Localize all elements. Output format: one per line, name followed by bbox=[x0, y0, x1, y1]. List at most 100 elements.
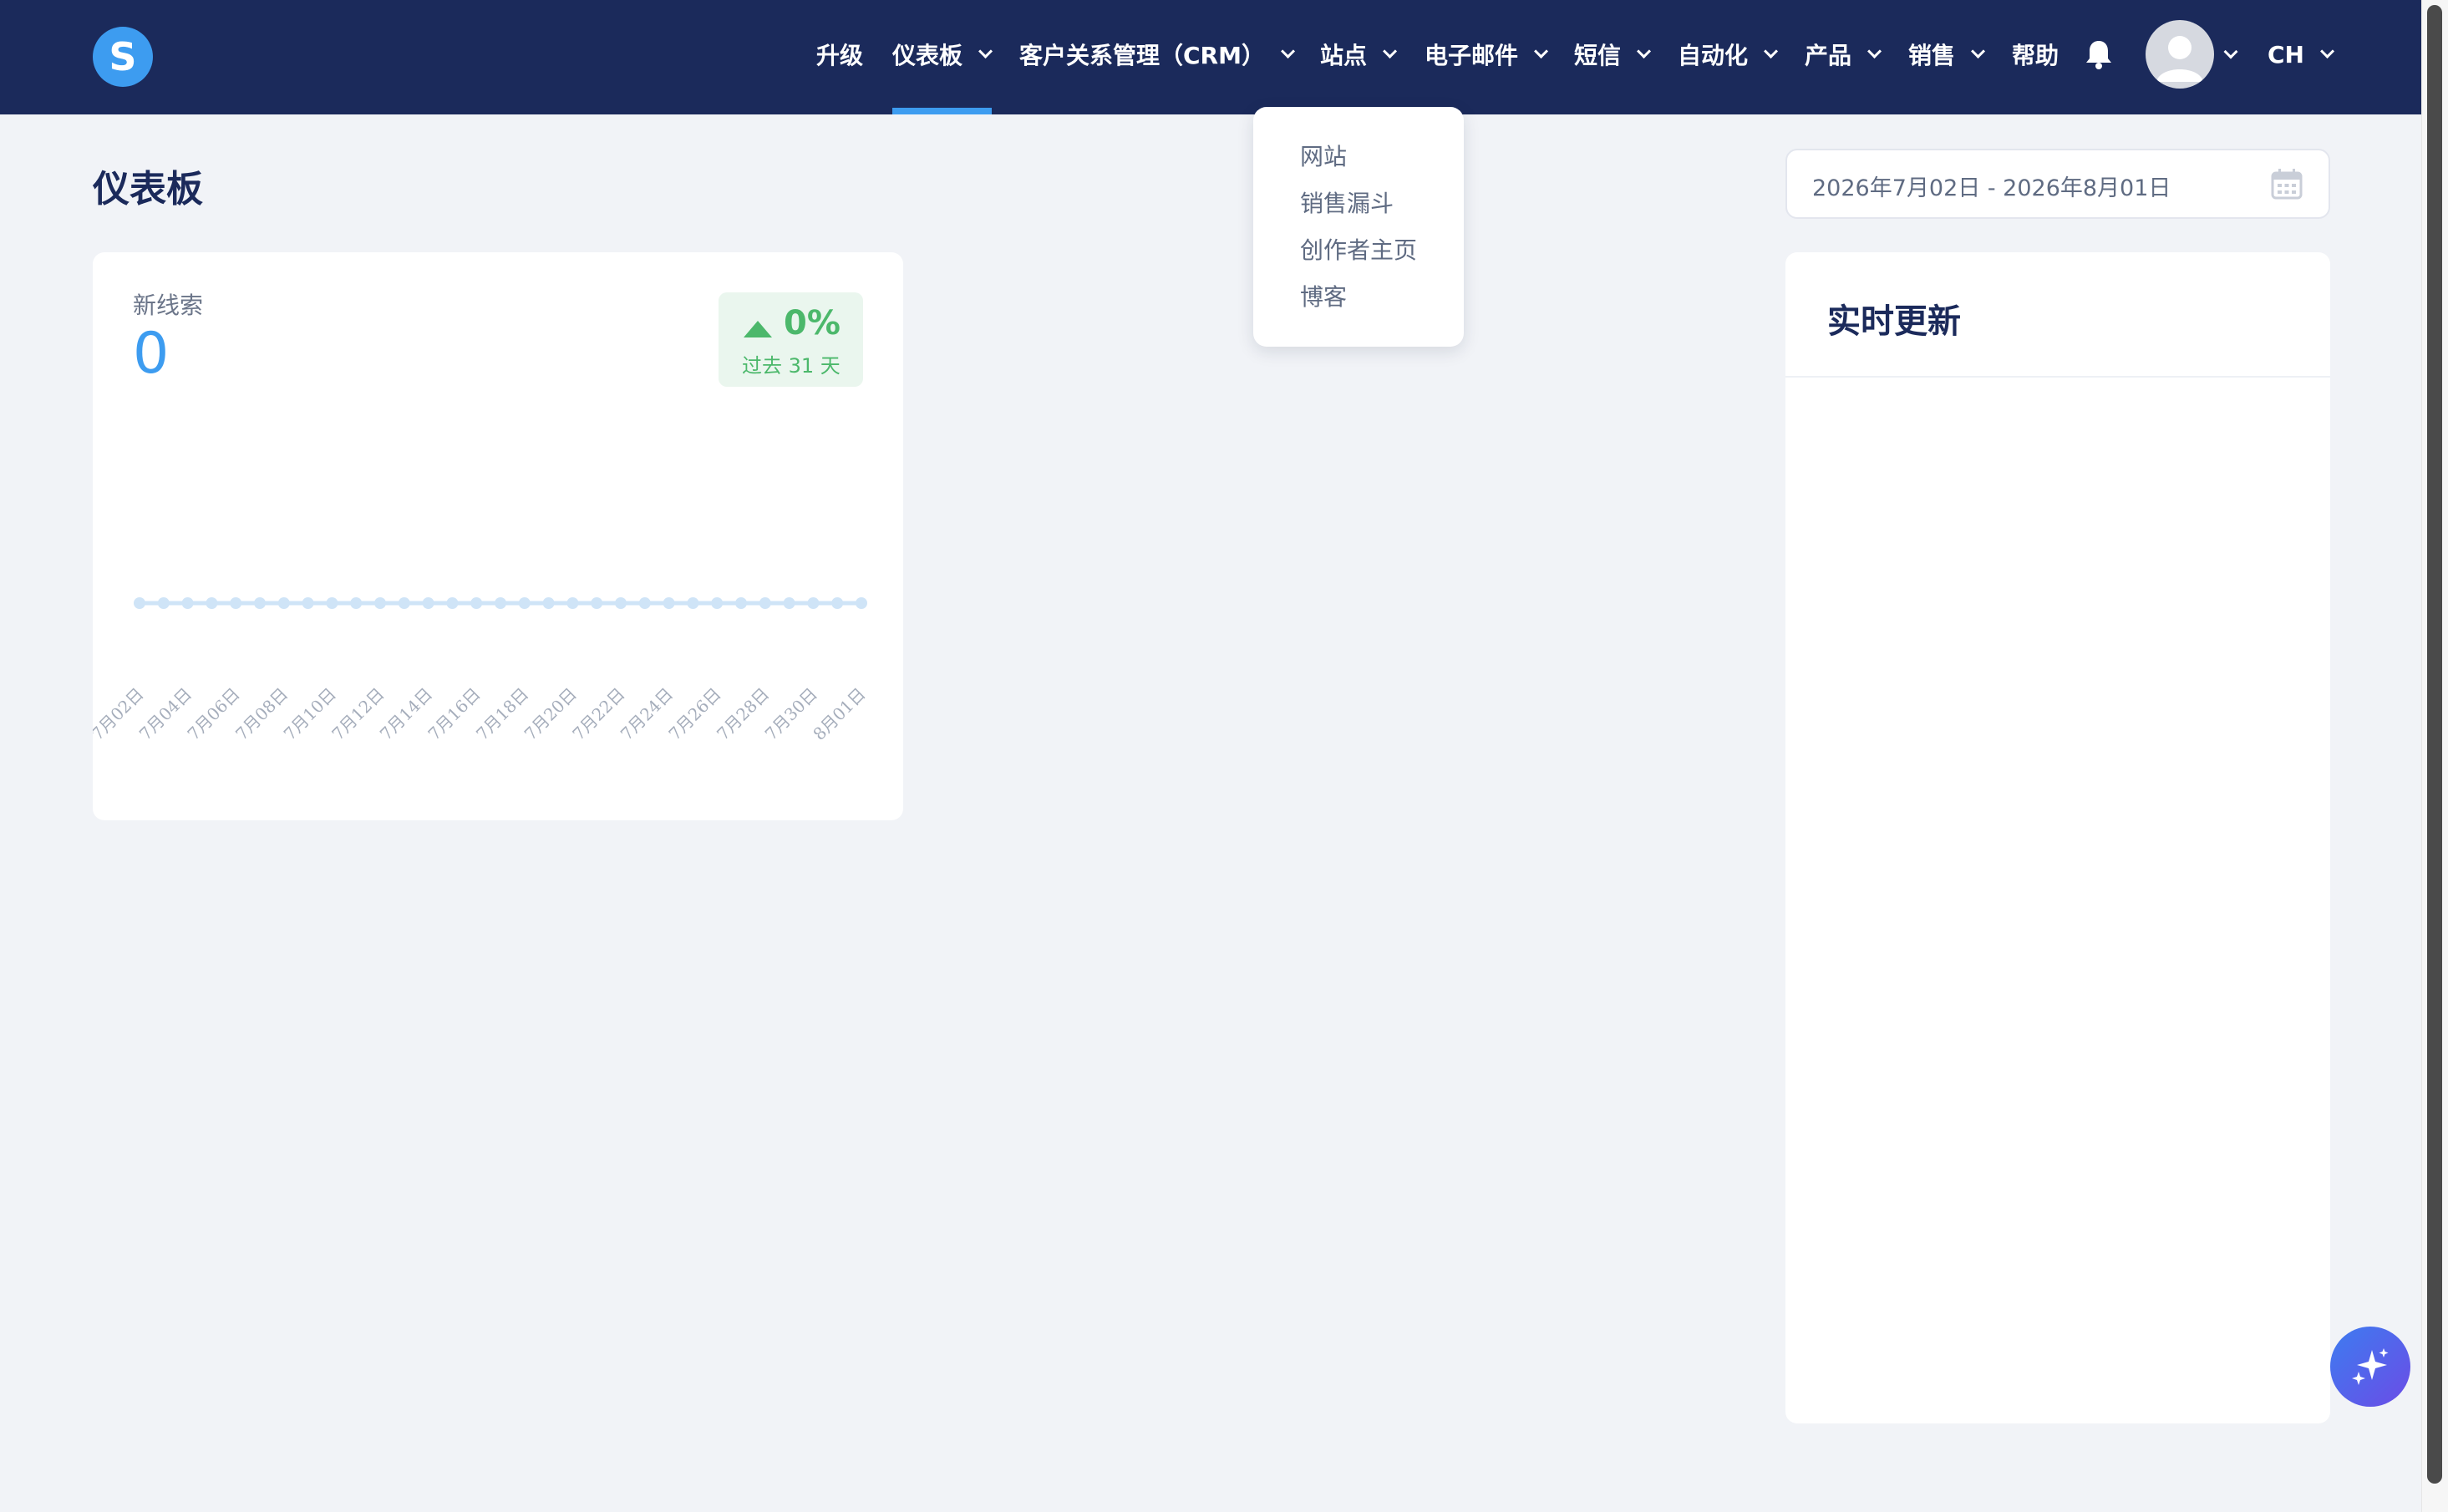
nav-help-label: 帮助 bbox=[2012, 42, 2059, 69]
data-point[interactable] bbox=[422, 597, 434, 609]
page-title: 仪表板 bbox=[93, 168, 203, 211]
data-point[interactable] bbox=[856, 597, 867, 609]
nav-products-label: 产品 bbox=[1805, 42, 1852, 69]
chevron-down-icon bbox=[978, 43, 993, 58]
x-tick-label: 7月12日 bbox=[328, 684, 388, 744]
data-point[interactable] bbox=[542, 597, 555, 609]
data-point[interactable] bbox=[566, 597, 579, 609]
data-point[interactable] bbox=[783, 597, 795, 609]
change-period: 过去 31 天 bbox=[742, 354, 841, 378]
nav-sales[interactable]: 销售 bbox=[1908, 33, 1986, 75]
user-avatar-icon[interactable] bbox=[2146, 20, 2214, 89]
nav-upgrade[interactable]: 升级 bbox=[816, 33, 863, 75]
divider bbox=[1785, 376, 2330, 378]
app-logo[interactable]: S bbox=[93, 27, 153, 87]
data-point[interactable] bbox=[326, 597, 338, 609]
x-tick-label: 7月10日 bbox=[280, 684, 340, 744]
data-point[interactable] bbox=[759, 597, 771, 609]
active-tab-indicator bbox=[892, 108, 992, 114]
data-point[interactable] bbox=[518, 597, 531, 609]
chevron-down-icon bbox=[1383, 43, 1398, 58]
x-tick-label: 7月04日 bbox=[135, 684, 196, 744]
x-tick-label: 7月18日 bbox=[472, 684, 532, 744]
data-point[interactable] bbox=[277, 597, 290, 609]
date-range-picker[interactable]: 2026年7月02日 - 2026年8月01日 bbox=[1785, 149, 2330, 219]
account-menu[interactable]: CH bbox=[2268, 33, 2335, 75]
x-tick-label: 7月30日 bbox=[761, 684, 821, 744]
vertical-scrollbar[interactable] bbox=[2421, 0, 2448, 1512]
chevron-down-icon bbox=[1867, 43, 1882, 58]
ai-assistant-button[interactable] bbox=[2330, 1327, 2410, 1407]
data-point[interactable] bbox=[807, 597, 820, 609]
nav-upgrade-label: 升级 bbox=[816, 42, 864, 69]
nav-dashboard[interactable]: 仪表板 bbox=[892, 33, 993, 75]
x-tick-label: 7月28日 bbox=[713, 684, 773, 744]
nav-crm[interactable]: 客户关系管理（CRM） bbox=[1019, 33, 1296, 75]
x-tick-label: 7月16日 bbox=[424, 684, 484, 744]
new-leads-card: 新线索 0 0% 过去 31 天 7月02日 7月04日 7月06日 7月08日 7月1… bbox=[93, 252, 903, 820]
nav-products[interactable]: 产品 bbox=[1805, 33, 1882, 75]
nav-sms[interactable]: 短信 bbox=[1574, 33, 1652, 75]
data-point[interactable] bbox=[470, 597, 483, 609]
x-tick-label: 8月01日 bbox=[809, 684, 869, 744]
data-point[interactable] bbox=[831, 597, 844, 609]
chevron-down-icon bbox=[1764, 43, 1779, 58]
leads-label: 新线索 bbox=[133, 292, 204, 319]
data-point[interactable] bbox=[206, 597, 218, 609]
x-tick-label: 7月14日 bbox=[376, 684, 436, 744]
data-point[interactable] bbox=[495, 597, 506, 609]
nav-sms-label: 短信 bbox=[1574, 42, 1622, 69]
dropdown-item-blog[interactable]: 博客 bbox=[1300, 279, 1347, 312]
data-point[interactable] bbox=[591, 597, 603, 609]
scrollbar-thumb[interactable] bbox=[2427, 5, 2442, 1484]
account-label: CH bbox=[2268, 40, 2304, 68]
leads-count: 0 bbox=[133, 321, 170, 387]
data-point[interactable] bbox=[735, 597, 747, 609]
nav-email-label: 电子邮件 bbox=[1425, 42, 1519, 69]
nav-help[interactable]: 帮助 bbox=[2012, 33, 2059, 75]
change-badge: 0% 过去 31 天 bbox=[719, 292, 863, 387]
data-point[interactable] bbox=[181, 597, 194, 609]
data-point[interactable] bbox=[663, 597, 675, 609]
top-navigation-bar: S 升级 仪表板 客户关系管理（CRM） 站点 电子邮件 短信 自动化 产品 销… bbox=[0, 0, 2421, 114]
data-point[interactable] bbox=[398, 597, 410, 609]
dropdown-item-creator-page[interactable]: 创作者主页 bbox=[1300, 232, 1417, 266]
chevron-down-icon[interactable] bbox=[2223, 44, 2238, 59]
nav-sales-label: 销售 bbox=[1908, 42, 1956, 69]
leads-line-chart: 7月02日7月04日7月06日7月08日7月10日7月12日7月14日7月16日… bbox=[93, 597, 870, 744]
dropdown-item-sales-funnel[interactable]: 销售漏斗 bbox=[1300, 185, 1394, 219]
data-point[interactable] bbox=[615, 597, 627, 609]
data-point[interactable] bbox=[134, 597, 145, 609]
x-tick-label: 7月26日 bbox=[664, 684, 724, 744]
data-point[interactable] bbox=[446, 597, 459, 609]
x-tick-label: 7月08日 bbox=[231, 684, 292, 744]
chevron-down-icon bbox=[1637, 43, 1652, 58]
x-tick-label: 7月20日 bbox=[521, 684, 581, 744]
data-point[interactable] bbox=[638, 597, 651, 609]
data-point[interactable] bbox=[711, 597, 724, 609]
nav-crm-label: 客户关系管理（CRM） bbox=[1019, 42, 1265, 69]
nav-sites[interactable]: 站点 bbox=[1320, 33, 1398, 75]
arrow-up-icon bbox=[744, 321, 772, 337]
data-point[interactable] bbox=[254, 597, 266, 609]
data-point[interactable] bbox=[230, 597, 242, 609]
data-point[interactable] bbox=[350, 597, 363, 609]
chevron-down-icon bbox=[1281, 43, 1296, 58]
data-point[interactable] bbox=[374, 597, 386, 609]
x-tick-label: 7月24日 bbox=[617, 684, 677, 744]
x-tick-label: 7月06日 bbox=[183, 684, 243, 744]
bell-icon[interactable] bbox=[2084, 38, 2114, 70]
change-percent: 0% bbox=[784, 304, 841, 342]
realtime-title: 实时更新 bbox=[1827, 302, 1961, 341]
nav-automation-label: 自动化 bbox=[1678, 42, 1749, 69]
dropdown-item-website[interactable]: 网站 bbox=[1300, 139, 1347, 172]
chevron-down-icon bbox=[2320, 43, 2335, 58]
realtime-updates-card: 实时更新 bbox=[1785, 252, 2330, 1423]
data-point[interactable] bbox=[687, 597, 699, 609]
nav-email[interactable]: 电子邮件 bbox=[1425, 33, 1549, 75]
data-point[interactable] bbox=[157, 597, 170, 609]
data-point[interactable] bbox=[302, 597, 314, 609]
nav-automation[interactable]: 自动化 bbox=[1678, 33, 1779, 75]
chevron-down-icon bbox=[1534, 43, 1549, 58]
x-tick-label: 7月22日 bbox=[568, 684, 628, 744]
